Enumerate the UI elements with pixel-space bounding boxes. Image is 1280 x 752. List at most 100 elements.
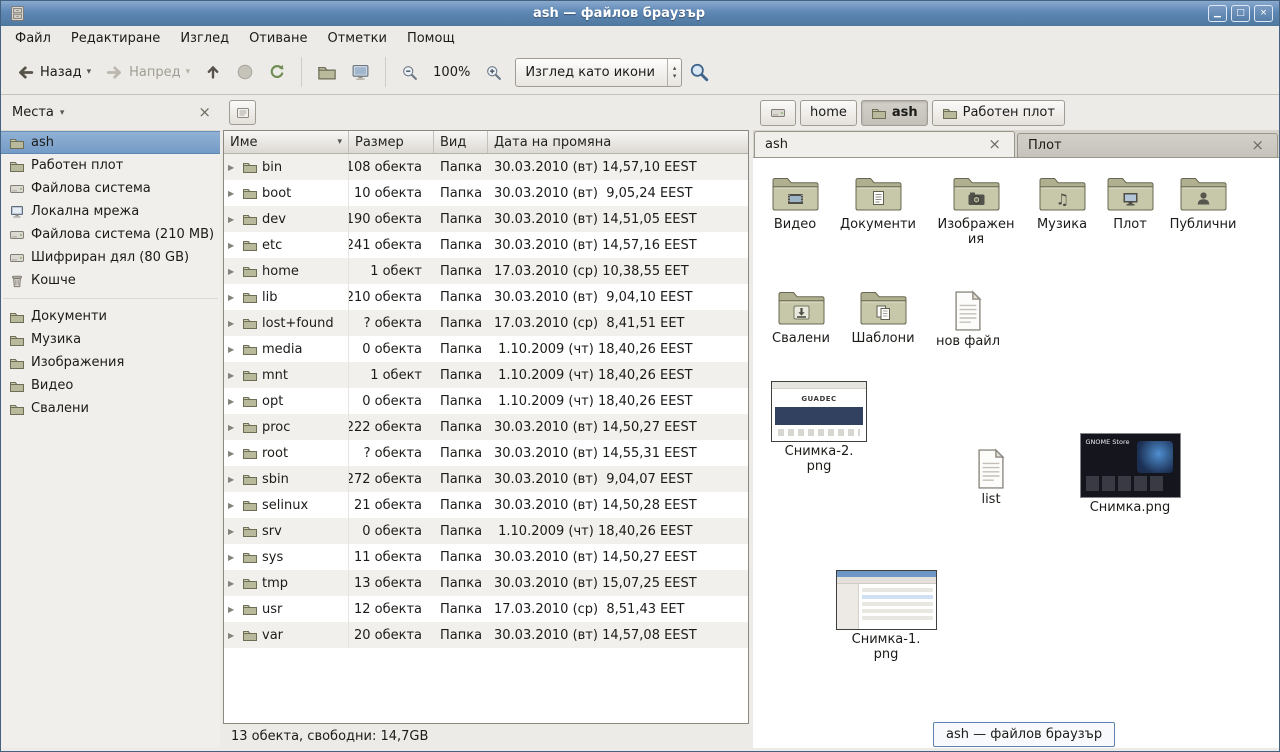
- sidebar-item-ash[interactable]: ash: [1, 131, 220, 154]
- menu-bookmarks[interactable]: Отметки: [317, 29, 396, 48]
- table-row[interactable]: ▶var20 обектаПапка30.03.2010 (вт) 14,57,…: [224, 622, 748, 648]
- path-button-desktop[interactable]: Работен плот: [932, 100, 1065, 126]
- sidebar-close-button[interactable]: ×: [195, 105, 214, 120]
- sidebar-item-pictures[interactable]: Изображения: [1, 351, 220, 374]
- tab-close-icon[interactable]: ×: [985, 137, 1004, 152]
- expander-icon[interactable]: ▶: [228, 345, 238, 354]
- home-button[interactable]: [310, 57, 344, 87]
- expander-icon[interactable]: ▶: [228, 215, 238, 224]
- forward-button[interactable]: Напред ▾: [98, 58, 197, 87]
- table-row[interactable]: ▶opt0 обектаПапка 1.10.2009 (чт) 18,40,2…: [224, 388, 748, 414]
- up-button[interactable]: [197, 58, 229, 86]
- table-row[interactable]: ▶mnt1 обектПапка 1.10.2009 (чт) 18,40,26…: [224, 362, 748, 388]
- sidebar-selector-icon[interactable]: ▾: [60, 108, 65, 118]
- table-row[interactable]: ▶tmp13 обектаПапка30.03.2010 (вт) 15,07,…: [224, 570, 748, 596]
- close-button[interactable]: ×: [1254, 5, 1273, 22]
- table-row[interactable]: ▶root? обектаПапка30.03.2010 (вт) 14,55,…: [224, 440, 748, 466]
- icon-view-item-templates[interactable]: Шаблони: [838, 288, 928, 347]
- location-toggle-button[interactable]: [229, 100, 256, 125]
- expander-icon[interactable]: ▶: [228, 267, 238, 276]
- expander-icon[interactable]: ▶: [228, 527, 238, 536]
- forward-history-icon[interactable]: ▾: [186, 67, 191, 77]
- expander-icon[interactable]: ▶: [228, 241, 238, 250]
- icon-view-item-public[interactable]: Публични: [1158, 174, 1248, 233]
- table-row[interactable]: ▶dev190 обектаПапка30.03.2010 (вт) 14,51…: [224, 206, 748, 232]
- minimize-button[interactable]: ▁: [1208, 5, 1227, 22]
- icon-view-item-pictures[interactable]: Изображен ия: [931, 174, 1021, 248]
- table-row[interactable]: ▶lib210 обектаПапка30.03.2010 (вт) 9,04,…: [224, 284, 748, 310]
- sidebar-item-desktop[interactable]: Работен плот: [1, 154, 220, 177]
- column-header-type[interactable]: Вид: [434, 131, 488, 153]
- zoom-out-button[interactable]: [394, 59, 425, 86]
- expander-icon[interactable]: ▶: [228, 579, 238, 588]
- table-row[interactable]: ▶home1 обектПапка17.03.2010 (ср) 10,38,5…: [224, 258, 748, 284]
- zoom-in-button[interactable]: [478, 59, 509, 86]
- expander-icon[interactable]: ▶: [228, 631, 238, 640]
- search-button[interactable]: [682, 57, 716, 87]
- reload-button[interactable]: [261, 58, 293, 86]
- icon-view-item-snimka[interactable]: GNOME StoreСнимка.png: [1075, 433, 1185, 516]
- tab-ash[interactable]: ash×: [754, 131, 1015, 157]
- table-row[interactable]: ▶lost+found? обектаПапка17.03.2010 (ср) …: [224, 310, 748, 336]
- icon-view[interactable]: ВидеоДокументиИзображен ия♫МузикаПлотПуб…: [753, 158, 1279, 748]
- expander-icon[interactable]: ▶: [228, 501, 238, 510]
- computer-button[interactable]: [344, 58, 377, 87]
- table-row[interactable]: ▶bin108 обектаПапка30.03.2010 (вт) 14,57…: [224, 154, 748, 180]
- sidebar-item-documents[interactable]: Документи: [1, 305, 220, 328]
- icon-view-item-videos[interactable]: Видео: [753, 174, 840, 233]
- column-header-size[interactable]: Размер: [349, 131, 434, 153]
- sort-indicator-icon[interactable]: ▾: [337, 137, 342, 147]
- expander-icon[interactable]: ▶: [228, 163, 238, 172]
- table-row[interactable]: ▶sbin272 обектаПапка30.03.2010 (вт) 9,04…: [224, 466, 748, 492]
- expander-icon[interactable]: ▶: [228, 397, 238, 406]
- tab-close-icon[interactable]: ×: [1248, 138, 1267, 153]
- table-row[interactable]: ▶media0 обектаПапка 1.10.2009 (чт) 18,40…: [224, 336, 748, 362]
- expander-icon[interactable]: ▶: [228, 293, 238, 302]
- table-row[interactable]: ▶sys11 обектаПапка30.03.2010 (вт) 14,50,…: [224, 544, 748, 570]
- menu-view[interactable]: Изглед: [170, 29, 239, 48]
- table-row[interactable]: ▶boot10 обектаПапка30.03.2010 (вт) 9,05,…: [224, 180, 748, 206]
- path-button-filesystem[interactable]: [760, 100, 796, 126]
- expander-icon[interactable]: ▶: [228, 605, 238, 614]
- sidebar-item-encrypted-80gb[interactable]: Шифриран дял (80 GB): [1, 246, 220, 269]
- expander-icon[interactable]: ▶: [228, 553, 238, 562]
- back-button[interactable]: Назад ▾: [9, 58, 98, 87]
- maximize-button[interactable]: □: [1231, 5, 1250, 22]
- sidebar-item-filesystem-210mb[interactable]: Файлова система (210 MB): [1, 223, 220, 246]
- titlebar[interactable]: ash — файлов браузър ▁ □ ×: [1, 1, 1279, 26]
- menu-file[interactable]: Файл: [5, 29, 61, 48]
- icon-view-item-snimka-2[interactable]: GUADECСнимка-2. png: [767, 381, 871, 475]
- expander-icon[interactable]: ▶: [228, 371, 238, 380]
- path-button-ash[interactable]: ash: [861, 100, 928, 126]
- table-row[interactable]: ▶usr12 обектаПапка17.03.2010 (ср) 8,51,4…: [224, 596, 748, 622]
- icon-view-item-documents[interactable]: Документи: [833, 174, 923, 233]
- sidebar-item-downloads[interactable]: Свалени: [1, 397, 220, 420]
- icon-view-item-downloads[interactable]: Свалени: [756, 288, 846, 347]
- tab-desktop[interactable]: Плот×: [1017, 133, 1278, 157]
- expander-icon[interactable]: ▶: [228, 475, 238, 484]
- sidebar-title[interactable]: Места: [12, 105, 54, 120]
- sidebar-item-local-network[interactable]: Локална мрежа: [1, 200, 220, 223]
- icon-view-item-new-file[interactable]: нов файл: [923, 290, 1013, 350]
- expander-icon[interactable]: ▶: [228, 423, 238, 432]
- stop-button[interactable]: [229, 58, 261, 86]
- sidebar-item-videos[interactable]: Видео: [1, 374, 220, 397]
- expander-icon[interactable]: ▶: [228, 449, 238, 458]
- expander-icon[interactable]: ▶: [228, 319, 238, 328]
- table-row[interactable]: ▶etc241 обектаПапка30.03.2010 (вт) 14,57…: [224, 232, 748, 258]
- sidebar-item-trash[interactable]: Кошче: [1, 269, 220, 292]
- sidebar-item-music[interactable]: Музика: [1, 328, 220, 351]
- table-row[interactable]: ▶selinux21 обектаПапка30.03.2010 (вт) 14…: [224, 492, 748, 518]
- back-history-icon[interactable]: ▾: [87, 67, 92, 77]
- column-header-date[interactable]: Дата на промяна: [488, 131, 748, 153]
- column-header-name[interactable]: Име▾: [224, 131, 349, 153]
- table-row[interactable]: ▶proc222 обектаПапка30.03.2010 (вт) 14,5…: [224, 414, 748, 440]
- icon-view-item-snimka-1[interactable]: Снимка-1. png: [834, 570, 938, 663]
- view-mode-select[interactable]: Изглед като икони ▴▾: [515, 58, 682, 87]
- sidebar-item-filesystem[interactable]: Файлова система: [1, 177, 220, 200]
- menu-edit[interactable]: Редактиране: [61, 29, 170, 48]
- expander-icon[interactable]: ▶: [228, 189, 238, 198]
- path-button-home[interactable]: home: [800, 100, 857, 126]
- table-row[interactable]: ▶srv0 обектаПапка 1.10.2009 (чт) 18,40,2…: [224, 518, 748, 544]
- icon-view-item-list[interactable]: list: [946, 448, 1036, 508]
